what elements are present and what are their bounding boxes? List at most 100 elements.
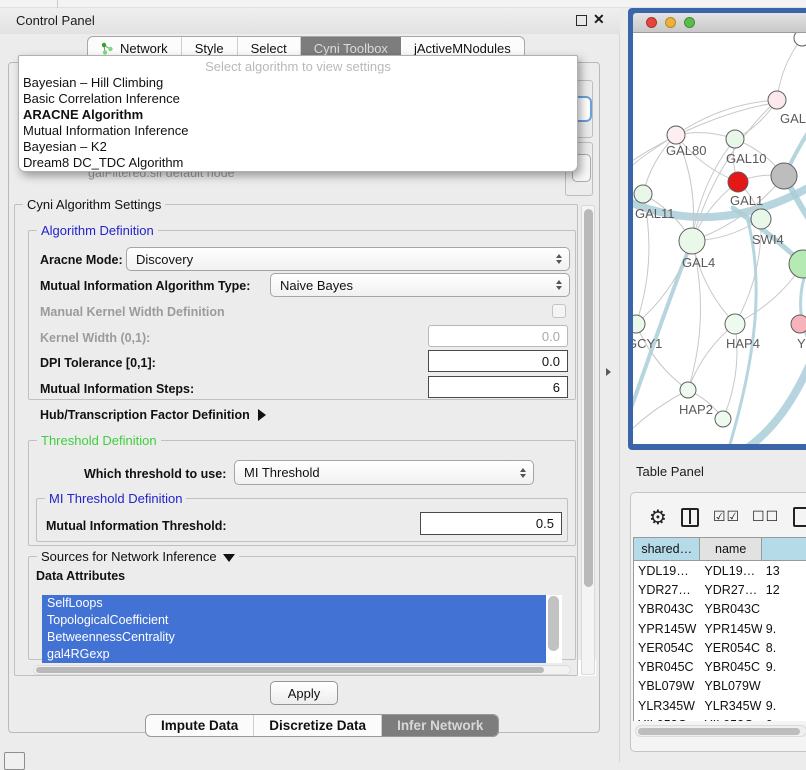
close-panel-icon[interactable]: ✕ <box>593 11 605 28</box>
top-strip-divider <box>57 0 58 8</box>
table-row[interactable]: YPR145WYPR145W9. <box>634 619 806 638</box>
network-node[interactable] <box>667 126 685 144</box>
table-cell: YBR043C <box>700 600 761 619</box>
data-attributes-label: Data Attributes <box>36 569 125 583</box>
network-node[interactable] <box>768 91 786 109</box>
cyni-algorithm-settings-title: Cyni Algorithm Settings <box>23 197 165 212</box>
mi-threshold-field[interactable]: 0.5 <box>420 512 562 535</box>
table-row[interactable]: YBR043CYBR043C <box>634 600 806 619</box>
table-row[interactable]: YDL19…YDL19…13 <box>634 561 806 580</box>
table-column-header[interactable]: name <box>700 538 761 560</box>
attributes-scrollbar[interactable] <box>548 596 559 651</box>
table-cell: YLR345W <box>634 696 700 715</box>
network-canvas[interactable]: GAL7GAL80GAL10GAL1GAL11SWI4GAL4GCY1HAP4Y… <box>633 33 806 444</box>
algorithm-dropdown-placeholder: Select algorithm to view settings <box>19 56 577 75</box>
attribute-list-item[interactable]: BetweennessCentrality <box>42 629 546 646</box>
apply-button[interactable]: Apply <box>270 681 338 705</box>
network-edge <box>692 241 735 324</box>
algorithm-option[interactable]: Mutual Information Inference <box>19 123 577 139</box>
network-node-label: GAL11 <box>635 206 675 221</box>
table-cell: YBL079W <box>700 677 761 696</box>
minimized-panel-widget[interactable] <box>4 752 25 770</box>
node-table[interactable]: shared…nameYDL19…YDL19…13YDR27…YDR27…12Y… <box>633 537 806 721</box>
table-row[interactable]: YBR045CYBR045C9. <box>634 657 806 676</box>
network-node[interactable] <box>680 382 696 398</box>
dpi-tolerance-field[interactable]: 0.0 <box>428 350 568 372</box>
table-hscroll-thumb[interactable] <box>638 728 800 735</box>
settings-horizontal-scrollbar[interactable] <box>33 665 571 675</box>
mi-threshold-value: 0.5 <box>536 516 554 531</box>
network-node[interactable] <box>794 33 806 46</box>
tab-infer-network-label: Infer Network <box>397 718 483 733</box>
network-node[interactable] <box>751 209 771 229</box>
table-column-header[interactable]: shared… <box>634 538 700 560</box>
close-window-icon[interactable] <box>646 17 657 28</box>
unchecked-boxes-icon[interactable]: ☐☐ <box>752 509 779 525</box>
algorithm-option[interactable]: Basic Correlation Inference <box>19 91 577 107</box>
vscroll-thumb[interactable] <box>584 209 593 587</box>
network-node[interactable] <box>634 185 652 203</box>
hub-definition-toggle[interactable]: Hub/Transcription Factor Definition <box>40 408 266 422</box>
tab-infer-network[interactable]: Infer Network <box>382 715 498 736</box>
network-node[interactable] <box>791 315 806 333</box>
table-horizontal-scrollbar[interactable] <box>635 725 806 737</box>
table-row[interactable]: YIL053CYIL053C0. <box>634 715 806 721</box>
table-column-header[interactable] <box>762 538 806 560</box>
tab-discretize-data[interactable]: Discretize Data <box>254 715 382 736</box>
algorithm-dropdown-popup: Select algorithm to view settings Bayesi… <box>18 55 578 172</box>
table-row[interactable]: YDR27…YDR27…12 <box>634 580 806 599</box>
network-node[interactable] <box>679 228 705 254</box>
algorithm-option[interactable]: Dream8 DC_TDC Algorithm <box>19 155 577 171</box>
table-cell: YBR045C <box>634 657 700 676</box>
network-node[interactable] <box>725 314 745 334</box>
expand-arrow-icon <box>258 409 266 421</box>
mi-steps-field[interactable]: 6 <box>428 376 568 398</box>
data-attributes-list[interactable]: SelfLoopsTopologicalCoefficientBetweenne… <box>42 595 562 663</box>
settings-vertical-scrollbar[interactable] <box>581 205 595 675</box>
file-icon[interactable] <box>793 507 806 527</box>
table-cell: YLR345W <box>700 696 761 715</box>
network-node[interactable] <box>771 163 797 189</box>
zoom-window-icon[interactable] <box>684 17 695 28</box>
tab-network-label: Network <box>120 41 168 56</box>
which-threshold-combobox[interactable]: MI Threshold <box>234 460 534 485</box>
aracne-mode-label: Aracne Mode: <box>40 253 123 267</box>
float-panel-icon[interactable] <box>576 15 587 26</box>
table-cell: YDR27… <box>634 580 700 599</box>
tab-impute-data[interactable]: Impute Data <box>146 715 254 736</box>
which-threshold-label: Which threshold to use: <box>84 467 226 481</box>
manual-kernel-width-checkbox[interactable] <box>552 304 566 318</box>
minimize-window-icon[interactable] <box>665 17 676 28</box>
checked-boxes-icon[interactable]: ☑☑ <box>713 509 740 525</box>
network-graph: GAL7GAL80GAL10GAL1GAL11SWI4GAL4GCY1HAP4Y… <box>633 33 806 444</box>
algorithm-option[interactable]: ARACNE Algorithm <box>19 107 577 123</box>
sources-title[interactable]: Sources for Network Inference <box>37 549 239 564</box>
attribute-list-item[interactable]: TopologicalCoefficient <box>42 612 546 629</box>
attribute-list-item[interactable]: SelfLoops <box>42 595 546 612</box>
table-row[interactable]: YBL079WYBL079W <box>634 677 806 696</box>
network-node[interactable] <box>715 411 731 427</box>
network-node[interactable] <box>726 130 744 148</box>
gear-icon[interactable]: ⚙ <box>649 505 667 529</box>
network-node[interactable] <box>728 172 748 192</box>
attribute-list-item[interactable]: gal4RGexp <box>42 646 546 663</box>
network-window-titlebar[interactable] <box>633 13 806 33</box>
network-node-label: HAP2 <box>679 402 713 417</box>
panel-splitter-handle[interactable] <box>606 368 611 376</box>
table-cell: YER054C <box>634 638 700 657</box>
aracne-mode-combobox[interactable]: Discovery <box>126 247 570 271</box>
network-edge-highlighted <box>743 366 806 444</box>
table-cell: 0. <box>762 715 806 721</box>
columns-icon[interactable] <box>681 508 699 527</box>
table-row[interactable]: YLR345WYLR345W9. <box>634 696 806 715</box>
hscroll-thumb[interactable] <box>36 667 544 673</box>
kernel-width-field[interactable]: 0.0 <box>428 325 568 347</box>
mi-algorithm-type-combobox[interactable]: Naive Bayes <box>270 273 570 297</box>
table-cell: YDR27… <box>700 580 761 599</box>
table-cell: YBR045C <box>700 657 761 676</box>
algorithm-option[interactable]: Bayesian – Hill Climbing <box>19 75 577 91</box>
table-cell: YIL053C <box>634 715 700 721</box>
table-cell: 9. <box>762 619 806 638</box>
table-row[interactable]: YER054CYER054C8. <box>634 638 806 657</box>
algorithm-option[interactable]: Bayesian – K2 <box>19 139 577 155</box>
